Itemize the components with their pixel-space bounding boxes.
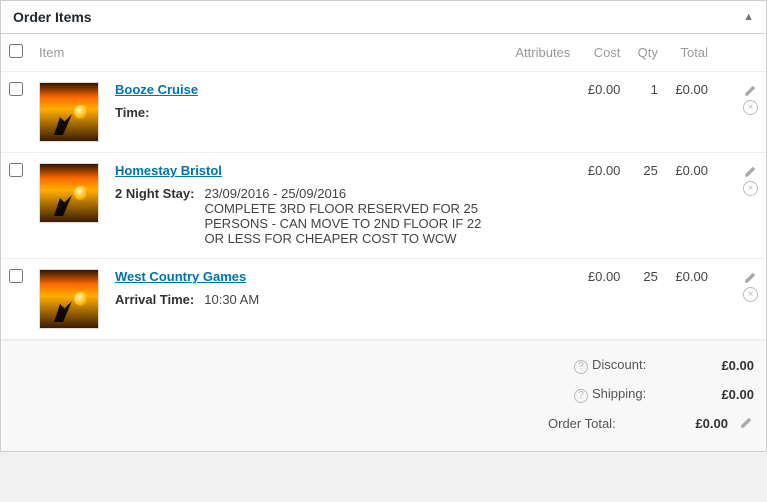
order-total-value: £0.00 (668, 416, 728, 431)
pencil-icon[interactable] (742, 83, 758, 99)
product-thumbnail[interactable] (39, 163, 99, 223)
col-qty: Qty (628, 34, 665, 72)
meta-label: Arrival Time: (115, 292, 194, 307)
order-total-row: Order Total: £0.00 (13, 409, 754, 437)
col-select (1, 34, 31, 72)
item-total: £0.00 (666, 259, 716, 340)
item-name-link[interactable]: Booze Cruise (115, 82, 198, 97)
col-attributes: Attributes (505, 34, 578, 72)
item-name-link[interactable]: West Country Games (115, 269, 246, 284)
item-name-link[interactable]: Homestay Bristol (115, 163, 222, 178)
item-qty: 25 (628, 153, 665, 259)
product-thumbnail[interactable] (39, 82, 99, 142)
pencil-icon[interactable] (742, 164, 758, 180)
panel-title: Order Items (13, 9, 92, 25)
order-total-label: Order Total: (548, 416, 658, 431)
meta-value: 10:30 AM (204, 292, 259, 307)
delete-icon[interactable]: × (743, 287, 758, 302)
table-row: Homestay Bristol 2 Night Stay: 23/09/201… (1, 153, 766, 259)
shipping-value: £0.00 (694, 387, 754, 402)
item-meta: 2 Night Stay: 23/09/2016 - 25/09/2016COM… (115, 186, 497, 246)
col-item: Item (31, 34, 505, 72)
item-qty: 25 (628, 259, 665, 340)
select-all-checkbox[interactable] (9, 44, 23, 58)
item-cost: £0.00 (578, 259, 628, 340)
row-checkbox[interactable] (9, 163, 23, 177)
item-meta: Arrival Time: 10:30 AM (115, 292, 497, 307)
help-icon[interactable]: ? (574, 389, 588, 403)
item-qty: 1 (628, 72, 665, 153)
item-meta: Time: (115, 105, 497, 120)
meta-label: 2 Night Stay: (115, 186, 194, 246)
item-attributes (505, 259, 578, 340)
shipping-label: Shipping: (592, 386, 646, 401)
item-total: £0.00 (666, 153, 716, 259)
product-thumbnail[interactable] (39, 269, 99, 329)
delete-icon[interactable]: × (743, 181, 758, 196)
item-attributes (505, 72, 578, 153)
order-items-panel: Order Items ▲ Item Attributes Cost Qty T… (0, 0, 767, 452)
help-icon[interactable]: ? (574, 360, 588, 374)
pencil-icon[interactable] (742, 270, 758, 286)
row-checkbox[interactable] (9, 269, 23, 283)
col-total: Total (666, 34, 716, 72)
table-row: West Country Games Arrival Time: 10:30 A… (1, 259, 766, 340)
discount-value: £0.00 (694, 358, 754, 373)
collapse-toggle-icon[interactable]: ▲ (743, 11, 754, 23)
item-cost: £0.00 (578, 72, 628, 153)
row-checkbox[interactable] (9, 82, 23, 96)
item-cost: £0.00 (578, 153, 628, 259)
col-cost: Cost (578, 34, 628, 72)
table-row: Booze Cruise Time: £0.00 1 £0.00 × (1, 72, 766, 153)
pencil-icon[interactable] (738, 415, 754, 431)
item-attributes (505, 153, 578, 259)
panel-header: Order Items ▲ (1, 1, 766, 34)
meta-value: 23/09/2016 - 25/09/2016COMPLETE 3RD FLOO… (204, 186, 484, 246)
item-total: £0.00 (666, 72, 716, 153)
discount-row: ? Discount: £0.00 (13, 351, 754, 380)
discount-label: Discount: (592, 357, 646, 372)
delete-icon[interactable]: × (743, 100, 758, 115)
col-actions (716, 34, 766, 72)
order-totals: ? Discount: £0.00 ? Shipping: £0.00 Order … (1, 340, 766, 451)
order-items-table: Item Attributes Cost Qty Total Booze Cru… (1, 34, 766, 340)
meta-label: Time: (115, 105, 175, 120)
shipping-row: ? Shipping: £0.00 (13, 380, 754, 409)
